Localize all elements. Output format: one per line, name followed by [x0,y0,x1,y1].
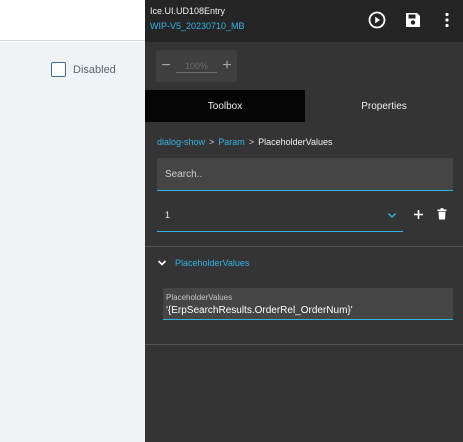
app-header: Ice.UI.UD108Entry WIP-V5_20230710_MB [145,0,463,42]
play-button[interactable] [366,9,388,31]
placeholdervalues-field[interactable]: PlaceholderValues '{ErpSearchResults.Ord… [163,288,453,320]
canvas-top-bar [0,0,145,41]
section-title: PlaceholderValues [175,258,250,268]
add-item-button[interactable] [410,206,426,222]
divider [145,246,463,247]
more-button[interactable] [436,9,458,31]
field-label: PlaceholderValues [166,293,233,302]
zoom-out-button[interactable]: − [156,50,176,82]
zoom-in-button[interactable]: + [217,50,237,82]
search-input[interactable] [157,158,453,190]
panel-tabs: Toolbox Properties [145,90,463,122]
index-select-value: 1 [165,210,171,220]
breadcrumb-separator: > [248,137,255,147]
index-select[interactable]: 1 [157,200,403,232]
zoom-control: − 100% + [156,50,237,82]
more-vertical-icon [445,12,449,28]
field-value[interactable]: '{ErpSearchResults.OrderRel_OrderNum}' [166,305,353,316]
trash-icon [437,208,447,220]
save-icon [406,13,420,27]
breadcrumb-current: PlaceholderValues [258,137,333,147]
delete-item-button[interactable] [434,206,450,222]
chevron-down-icon [157,260,167,266]
checkbox-box[interactable] [51,62,66,77]
play-circle-icon [368,11,386,29]
breadcrumb-item-dialog-show[interactable]: dialog-show [157,137,205,147]
app-title: Ice.UI.UD108Entry [150,6,226,16]
section-header-placeholdervalues[interactable]: PlaceholderValues [157,258,249,268]
chevron-down-icon [388,213,396,218]
divider [145,344,463,345]
zoom-level[interactable]: 100% [176,61,217,73]
search-box [157,158,453,191]
breadcrumb-separator: > [209,137,215,147]
checkbox-label: Disabled [73,63,116,76]
plus-icon [413,209,423,219]
app-subtitle: WIP-V5_20230710_MB [150,21,245,31]
tab-toolbox[interactable]: Toolbox [145,90,305,122]
properties-panel: Ice.UI.UD108Entry WIP-V5_20230710_MB − 1… [145,0,463,442]
tab-properties[interactable]: Properties [305,90,463,122]
save-button[interactable] [402,9,424,31]
breadcrumb: dialog-show > Param > PlaceholderValues [157,137,332,147]
breadcrumb-item-param[interactable]: Param [218,137,245,147]
disabled-checkbox[interactable]: Disabled [51,62,116,77]
design-canvas[interactable] [0,42,145,442]
